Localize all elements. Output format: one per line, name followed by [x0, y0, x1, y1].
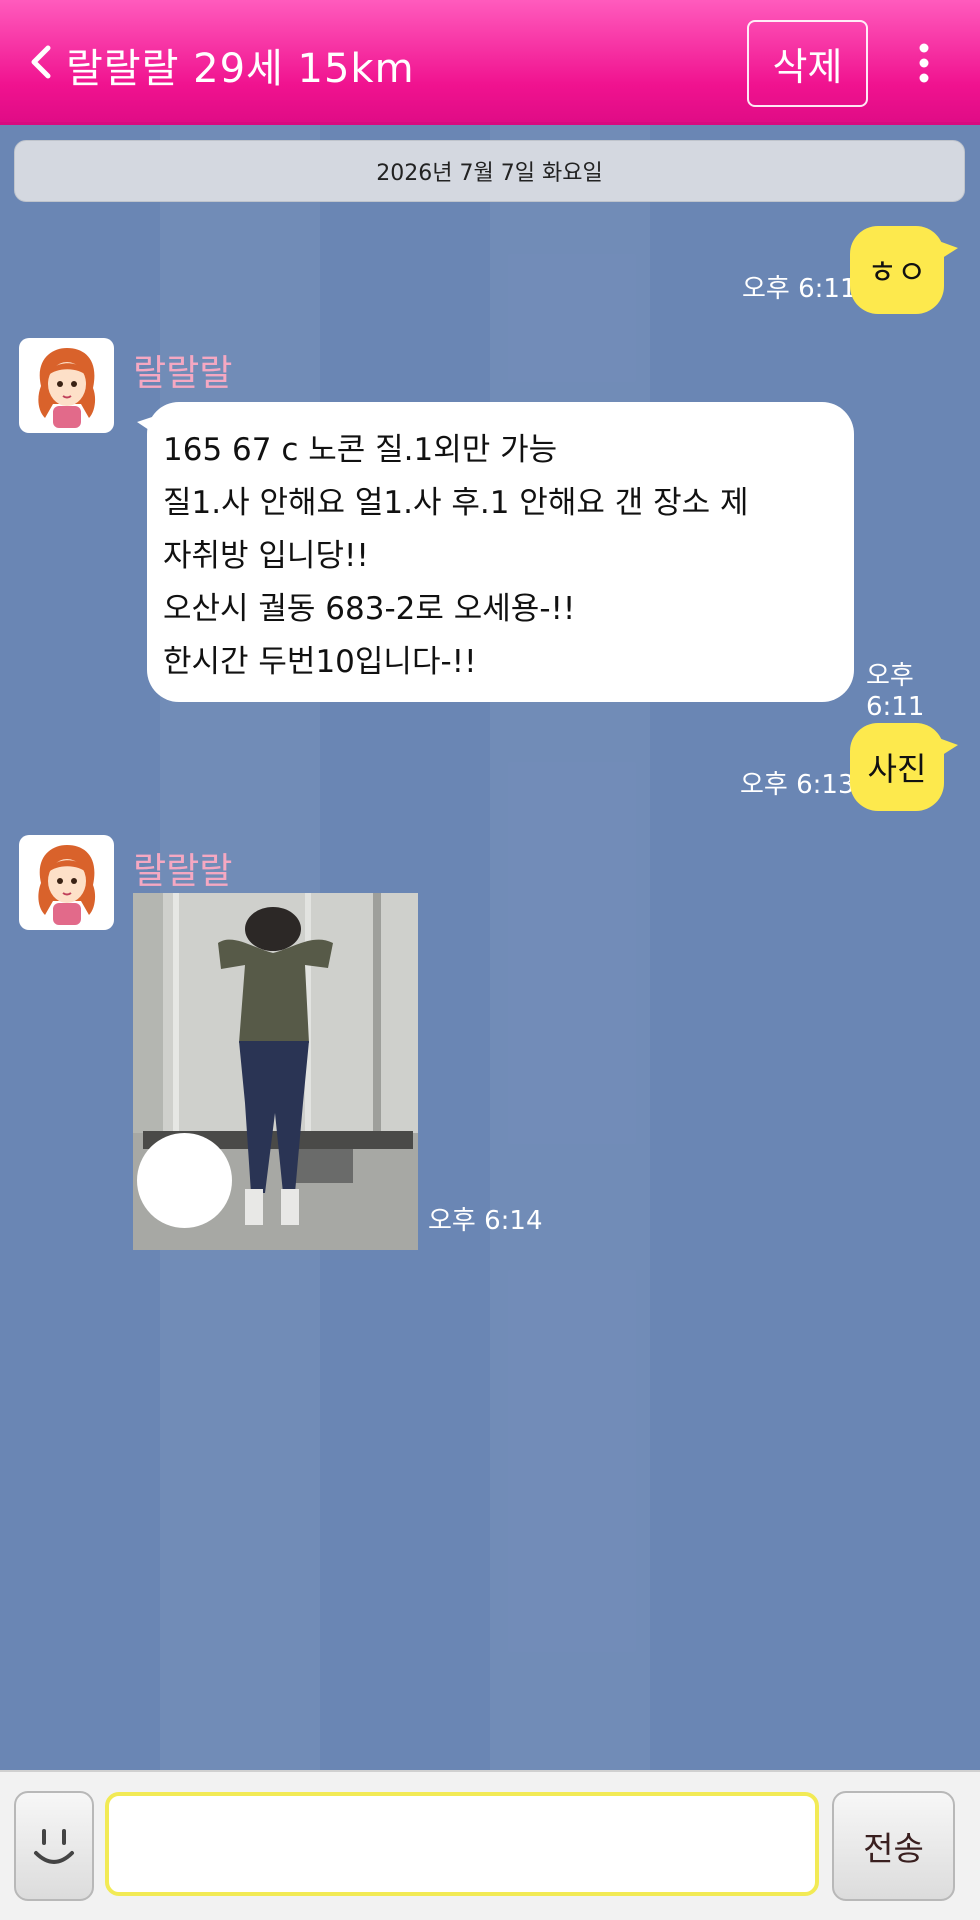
message-line: 165 67 c 노콘 질.1외만 가능 [163, 432, 558, 468]
message-composer: 전송 [0, 1770, 980, 1920]
message-line: 자취방 입니당!! [163, 538, 369, 574]
photo-overlay-circle [137, 1133, 232, 1228]
avatar-girl-icon [38, 348, 96, 428]
delete-button[interactable]: 삭제 [747, 20, 868, 107]
send-button[interactable]: 전송 [832, 1791, 955, 1901]
message-input[interactable] [105, 1792, 819, 1896]
emoticon-button[interactable] [14, 1791, 94, 1901]
background-stripe [490, 125, 650, 1770]
message-line: 오산시 궐동 683-2로 오세용-!! [163, 591, 576, 627]
their-message-bubble[interactable]: 165 67 c 노콘 질.1외만 가능 질1.사 안해요 얼1.사 후.1 안… [137, 402, 854, 702]
message-line: 질1.사 안해요 얼1.사 후.1 안해요 갠 장소 제 [163, 485, 749, 521]
message-time: 오후 6:11 [866, 661, 925, 722]
message-time: 오후 6:13 [740, 770, 855, 800]
message-time: 오후 6:14 [428, 1206, 543, 1236]
message-line: 한시간 두번10입니다-!! [163, 644, 477, 680]
my-message-bubble[interactable]: 사진 [850, 723, 958, 811]
sender-name: 랄랄랄 [133, 353, 233, 394]
avatar[interactable] [19, 338, 114, 433]
message-time: 오후 6:11 [742, 274, 857, 304]
back-chevron-icon[interactable] [26, 40, 56, 84]
more-options-icon[interactable] [912, 42, 936, 84]
avatar-girl-icon [38, 845, 96, 925]
date-divider: 2026년 7월 7일 화요일 [14, 140, 965, 202]
my-message-bubble[interactable]: ㅎㅇ [850, 226, 958, 314]
sender-name: 랄랄랄 [133, 851, 233, 892]
chat-title: 랄랄랄 29세 15km [66, 46, 415, 92]
chat-header: 랄랄랄 29세 15km 삭제 [0, 0, 980, 125]
avatar[interactable] [19, 835, 114, 930]
smiley-icon [34, 1829, 74, 1864]
